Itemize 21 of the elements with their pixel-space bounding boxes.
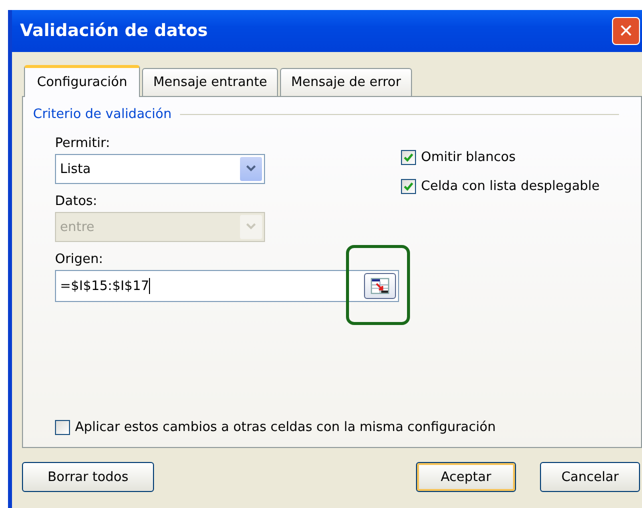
dialog-button[interactable]: Cancelar [540,462,640,492]
window-title: Validación de datos [20,21,208,41]
tab[interactable]: Configuración [24,65,140,97]
tab[interactable]: Mensaje de error [280,68,412,96]
tab[interactable]: Mensaje entrante [142,68,278,96]
dropdown-value: entre [60,220,94,234]
checkbox-label: Aplicar estos cambios a otras celdas con la misma configuración [75,420,496,435]
dialog-button[interactable]: Aceptar [416,462,516,492]
dropdown-value: Lista [60,162,91,176]
group-title: Criterio de validación [33,107,172,122]
field-label: Datos: [55,194,98,209]
field-label: Origen: [55,252,104,267]
checkbox[interactable] [55,420,70,435]
checkbox[interactable] [401,150,416,165]
close-button[interactable]: ✕ [612,17,640,45]
checkbox-label: Celda con lista desplegable [421,179,600,194]
dialog-button[interactable]: Borrar todos [22,462,154,492]
dropdown[interactable]: Lista [55,154,265,184]
field-label: Permitir: [55,136,111,151]
checkbox-label: Omitir blancos [421,150,516,165]
checkbox[interactable] [401,179,416,194]
